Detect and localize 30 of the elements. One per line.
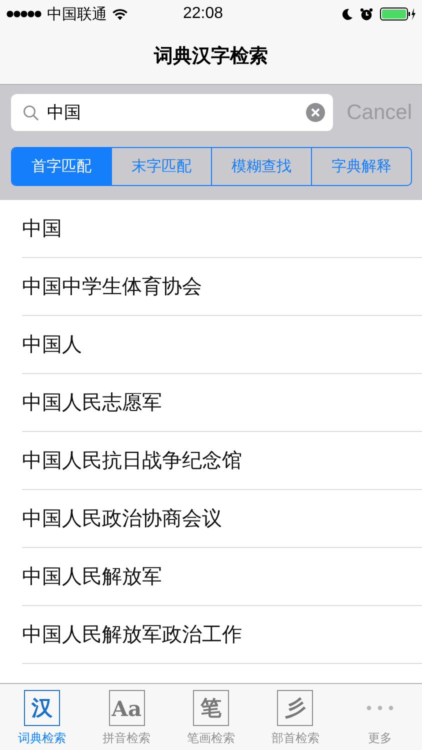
clear-icon[interactable] xyxy=(306,103,325,122)
status-time: 22:08 xyxy=(183,5,224,23)
segment-tab[interactable]: 首字匹配 xyxy=(12,148,111,185)
result-item[interactable]: 中国人民抗日战争纪念馆 xyxy=(22,447,242,474)
result-item[interactable]: 中国人民解放军 xyxy=(22,563,162,590)
tab-bar-item[interactable]: 汉 词典检索 xyxy=(0,684,84,750)
result-item[interactable]: 中国人民志愿军 xyxy=(22,389,162,416)
alarm-clock-icon xyxy=(360,8,373,20)
tab-bar-item[interactable]: 彡 部首检索 xyxy=(253,684,338,750)
carrier-name: 中国联通 xyxy=(47,4,107,24)
character-icon: Aa xyxy=(108,690,145,726)
character-icon: 彡 xyxy=(277,690,314,726)
battery-charging-icon xyxy=(380,7,416,21)
signal-icon xyxy=(6,10,42,18)
result-item[interactable]: 中国 xyxy=(22,215,62,242)
result-item[interactable]: 中国人 xyxy=(22,331,82,358)
wifi-icon xyxy=(112,8,128,20)
result-item[interactable]: 中国人民解放军政治工作 xyxy=(22,621,242,648)
search-icon xyxy=(23,104,39,120)
more-icon xyxy=(364,704,395,712)
character-icon: 汉 xyxy=(24,690,60,726)
screen-title: 词典汉字检索 xyxy=(154,44,268,69)
search-input[interactable]: 中国 xyxy=(47,102,298,122)
result-item[interactable]: 中国中学生体育协会 xyxy=(22,273,202,300)
moon-icon xyxy=(342,8,353,20)
character-icon: 笔 xyxy=(193,690,230,726)
tab-bar-item[interactable]: Aa 拼音检索 xyxy=(84,684,169,750)
search-field[interactable]: 中国 xyxy=(11,94,333,131)
result-item[interactable]: 中国人民政治协商会议 xyxy=(22,505,222,532)
tab-bar-item[interactable]: 笔 笔画检索 xyxy=(168,684,254,750)
